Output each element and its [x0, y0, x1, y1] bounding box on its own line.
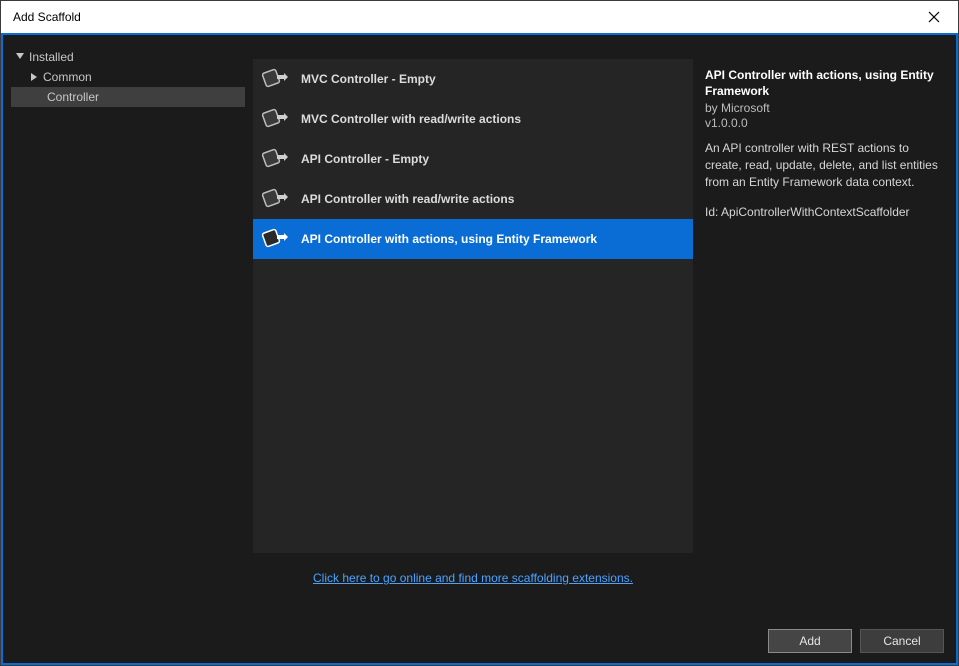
chevron-down-icon: [15, 52, 25, 62]
details-title: API Controller with actions, using Entit…: [705, 67, 940, 99]
dialog-footer: Add Cancel: [3, 619, 956, 663]
list-item-label: MVC Controller - Empty: [301, 72, 436, 86]
list-item[interactable]: API Controller with read/write actions: [253, 179, 693, 219]
window-title: Add Scaffold: [9, 10, 918, 24]
tree-label-common: Common: [43, 70, 92, 84]
details-author: by Microsoft: [705, 101, 940, 115]
template-list: MVC Controller - Empty MVC Controller wi…: [253, 59, 693, 553]
controller-icon: [261, 225, 289, 253]
dialog-body: Installed Common Controller: [3, 35, 956, 619]
dialog-window: Add Scaffold Installed: [0, 0, 959, 666]
controller-icon: [261, 185, 289, 213]
cancel-button[interactable]: Cancel: [860, 629, 944, 653]
list-item[interactable]: API Controller with actions, using Entit…: [253, 219, 693, 259]
close-icon: [928, 11, 940, 23]
list-item-label: API Controller - Empty: [301, 152, 429, 166]
list-item-label: MVC Controller with read/write actions: [301, 112, 521, 126]
list-item-label: API Controller with read/write actions: [301, 192, 514, 206]
tree-label-installed: Installed: [29, 50, 74, 64]
list-item[interactable]: MVC Controller with read/write actions: [253, 99, 693, 139]
details-id: Id: ApiControllerWithContextScaffolder: [705, 205, 940, 219]
chevron-right-icon: [29, 72, 39, 82]
controller-icon: [261, 105, 289, 133]
list-item[interactable]: API Controller - Empty: [253, 139, 693, 179]
controller-icon: [261, 65, 289, 93]
details-version: v1.0.0.0: [705, 116, 940, 130]
online-extensions-link[interactable]: Click here to go online and find more sc…: [313, 571, 633, 585]
tree-node-installed[interactable]: Installed: [11, 47, 245, 67]
tree-node-controller[interactable]: Controller: [11, 87, 245, 107]
tree-label-controller: Controller: [47, 90, 99, 104]
tree-node-common[interactable]: Common: [11, 67, 245, 87]
template-panel: MVC Controller - Empty MVC Controller wi…: [253, 35, 693, 619]
online-link-row: Click here to go online and find more sc…: [253, 553, 693, 603]
add-button[interactable]: Add: [768, 629, 852, 653]
controller-icon: [261, 145, 289, 173]
details-pane: API Controller with actions, using Entit…: [693, 35, 956, 619]
details-description: An API controller with REST actions to c…: [705, 140, 940, 190]
title-bar: Add Scaffold: [1, 1, 958, 33]
dialog-content: Installed Common Controller: [1, 33, 958, 665]
category-tree: Installed Common Controller: [3, 35, 253, 619]
list-item[interactable]: MVC Controller - Empty: [253, 59, 693, 99]
list-item-label: API Controller with actions, using Entit…: [301, 232, 597, 246]
close-button[interactable]: [918, 1, 950, 33]
